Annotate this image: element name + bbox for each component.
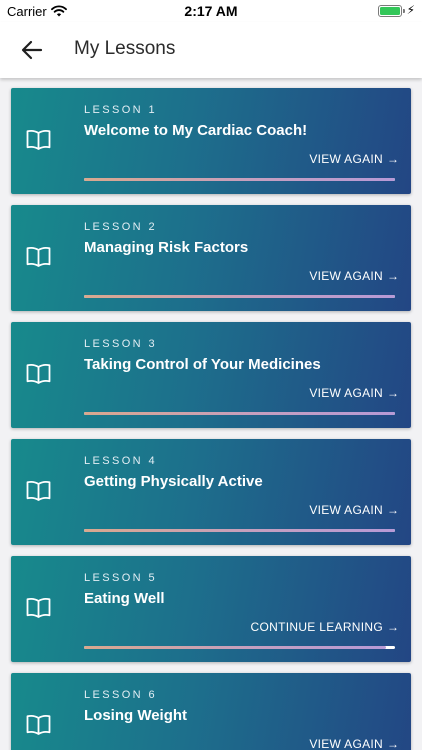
arrow-right-icon: → bbox=[387, 386, 399, 400]
continue-learning-button[interactable]: CONTINUE LEARNING bbox=[251, 620, 383, 634]
arrow-right-icon: → bbox=[387, 503, 399, 517]
lesson-card-1[interactable]: LESSON 1 Welcome to My Cardiac Coach! VI… bbox=[11, 88, 411, 194]
lesson-card-3[interactable]: LESSON 3 Taking Control of Your Medicine… bbox=[11, 322, 411, 428]
view-again-button[interactable]: VIEW AGAIN bbox=[309, 386, 383, 400]
book-icon bbox=[26, 481, 51, 501]
progress-fill bbox=[84, 646, 386, 649]
book-icon bbox=[26, 364, 51, 384]
lesson-number: LESSON 1 bbox=[84, 104, 158, 116]
lesson-number: LESSON 3 bbox=[84, 338, 158, 350]
view-again-button[interactable]: VIEW AGAIN bbox=[309, 737, 383, 750]
book-icon bbox=[26, 247, 51, 267]
arrow-right-icon: → bbox=[387, 737, 399, 750]
progress-bar bbox=[84, 529, 395, 532]
lesson-card-2[interactable]: LESSON 2 Managing Risk Factors VIEW AGAI… bbox=[11, 205, 411, 311]
battery-tip bbox=[403, 9, 405, 13]
lesson-card-4[interactable]: LESSON 4 Getting Physically Active VIEW … bbox=[11, 439, 411, 545]
view-again-button[interactable]: VIEW AGAIN bbox=[309, 152, 383, 166]
arrow-right-icon: → bbox=[387, 620, 399, 634]
lesson-title: Taking Control of Your Medicines bbox=[84, 356, 321, 373]
lesson-title: Managing Risk Factors bbox=[84, 239, 249, 256]
lesson-card-5[interactable]: LESSON 5 Eating Well CONTINUE LEARNING → bbox=[11, 556, 411, 662]
page-title: My Lessons bbox=[74, 38, 176, 59]
progress-fill bbox=[84, 295, 395, 298]
back-button[interactable] bbox=[18, 36, 46, 64]
progress-bar bbox=[84, 412, 395, 415]
view-again-button[interactable]: VIEW AGAIN bbox=[309, 503, 383, 517]
charging-bolt-icon: ⚡ bbox=[406, 3, 415, 17]
progress-bar bbox=[84, 178, 395, 181]
progress-fill bbox=[84, 529, 395, 532]
progress-bar bbox=[84, 295, 395, 298]
navigation-bar: My Lessons bbox=[0, 22, 422, 78]
book-icon bbox=[26, 715, 51, 735]
arrow-left-icon bbox=[21, 40, 43, 60]
lesson-number: LESSON 6 bbox=[84, 689, 158, 701]
lesson-number: LESSON 5 bbox=[84, 572, 158, 584]
lesson-title: Getting Physically Active bbox=[84, 473, 263, 490]
arrow-right-icon: → bbox=[387, 152, 399, 166]
lesson-number: LESSON 2 bbox=[84, 221, 158, 233]
status-bar: Carrier 2:17 AM ⚡ bbox=[0, 0, 422, 22]
lesson-title: Losing Weight bbox=[84, 707, 188, 724]
progress-fill bbox=[84, 412, 395, 415]
book-icon bbox=[26, 130, 51, 150]
view-again-button[interactable]: VIEW AGAIN bbox=[309, 269, 383, 283]
lesson-title: Eating Well bbox=[84, 590, 165, 607]
lesson-title: Welcome to My Cardiac Coach! bbox=[84, 122, 308, 139]
battery-icon bbox=[378, 5, 402, 17]
book-icon bbox=[26, 598, 51, 618]
progress-bar bbox=[84, 646, 395, 649]
progress-fill bbox=[84, 178, 395, 181]
lesson-card-6[interactable]: LESSON 6 Losing Weight VIEW AGAIN → bbox=[11, 673, 411, 750]
arrow-right-icon: → bbox=[387, 269, 399, 283]
status-time: 2:17 AM bbox=[184, 3, 238, 19]
lesson-number: LESSON 4 bbox=[84, 455, 158, 467]
